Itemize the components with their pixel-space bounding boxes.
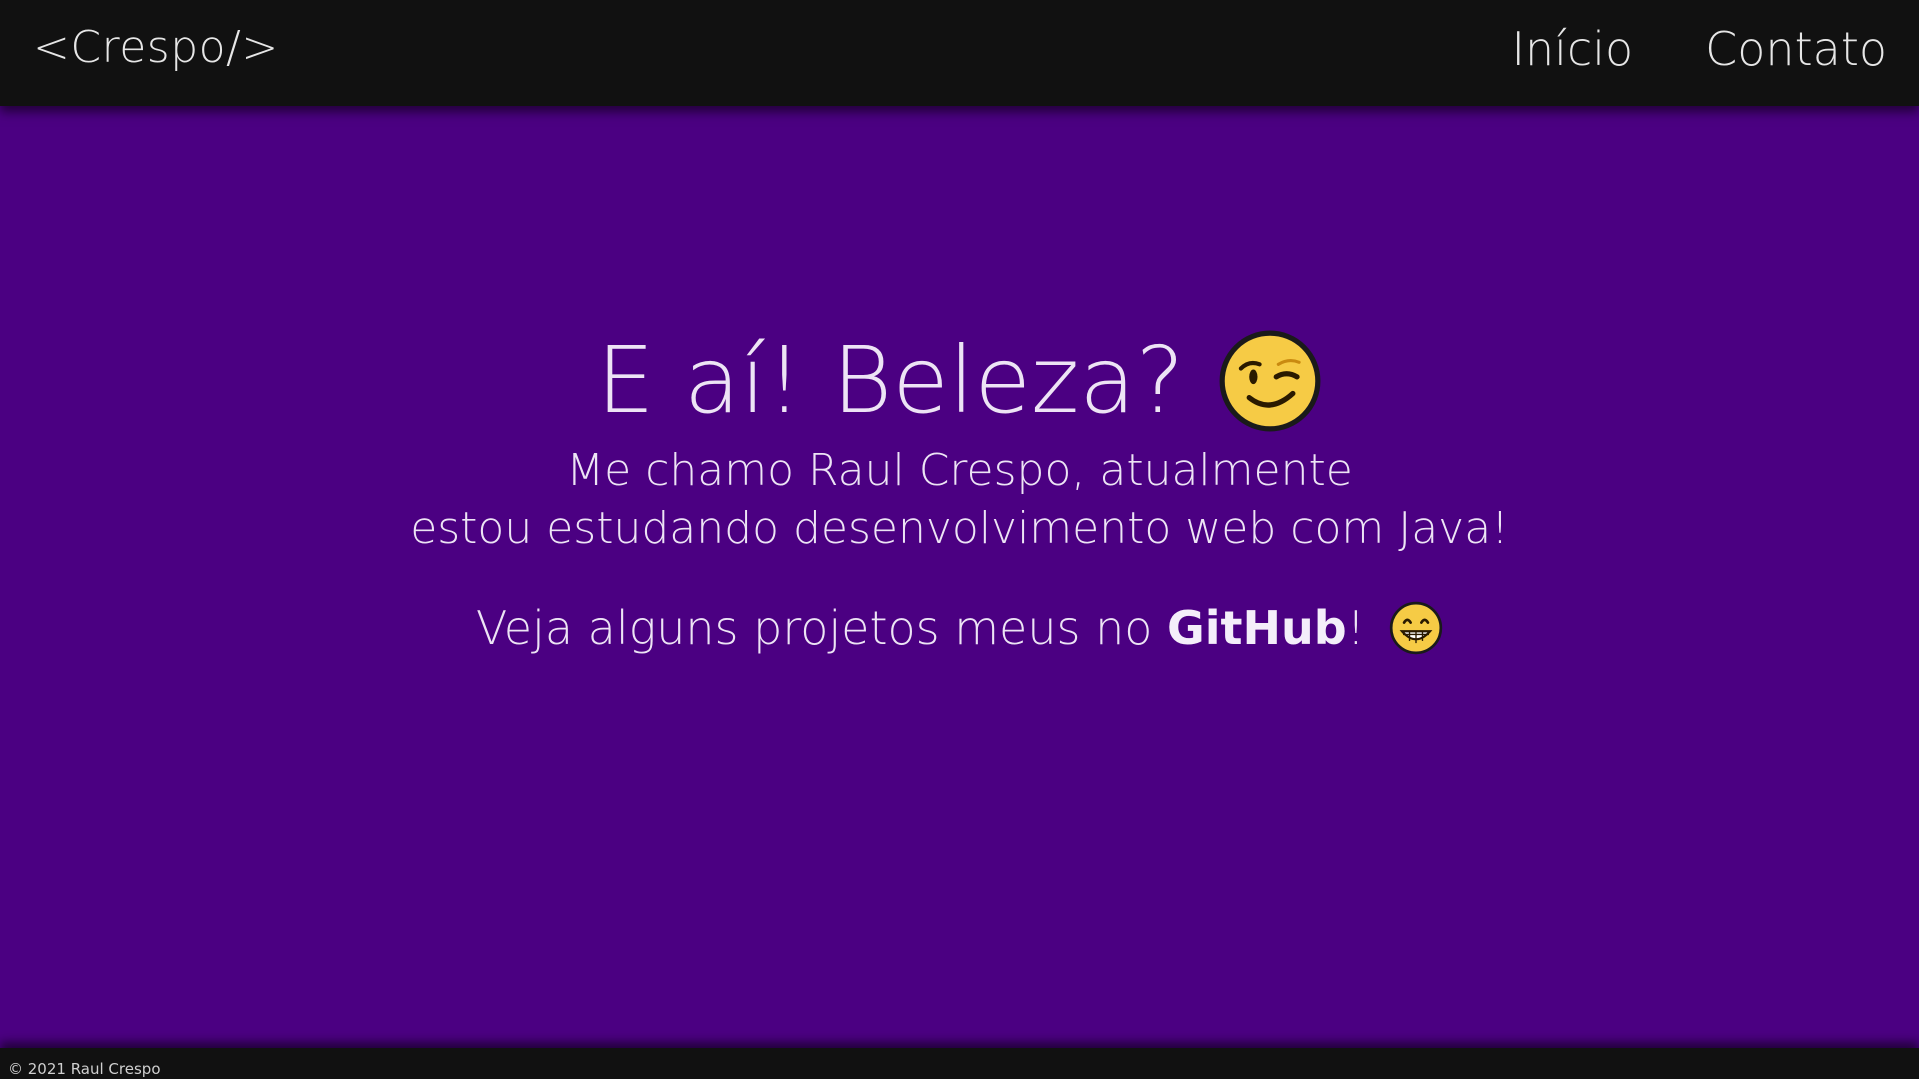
nav-link-inicio[interactable]: Início bbox=[1511, 22, 1633, 76]
github-prefix: Veja alguns projetos meus no bbox=[475, 601, 1167, 655]
site-logo[interactable]: <Crespo/> bbox=[33, 22, 279, 73]
intro-line-2: estou estudando desenvolvimento web com … bbox=[410, 503, 1509, 554]
page-footer: © 2021 Raul Crespo bbox=[0, 1048, 1919, 1079]
grinning-face-icon bbox=[1389, 601, 1443, 655]
headline-text: E aí! Beleza? bbox=[596, 327, 1185, 434]
nav-link-contato[interactable]: Contato bbox=[1705, 22, 1887, 76]
intro-line-1: Me chamo Raul Crespo, atualmente bbox=[566, 445, 1353, 496]
winking-face-icon bbox=[1220, 330, 1321, 432]
intro-text: Me chamo Raul Crespo, atualmente estou e… bbox=[0, 442, 1919, 558]
hero-section: E aí! Beleza? Me chamo Raul Crespo, atua… bbox=[0, 106, 1919, 1048]
main-nav: Início Contato bbox=[1511, 22, 1887, 76]
headline: E aí! Beleza? bbox=[0, 326, 1919, 436]
github-invite: Veja alguns projetos meus no GitHub ! bbox=[0, 598, 1919, 658]
github-link[interactable]: GitHub bbox=[1167, 601, 1347, 655]
page: <Crespo/> Início Contato E aí! Beleza? M… bbox=[0, 0, 1919, 1079]
copyright-text: © 2021 Raul Crespo bbox=[8, 1060, 161, 1078]
github-suffix: ! bbox=[1346, 601, 1366, 655]
top-navbar: <Crespo/> Início Contato bbox=[0, 0, 1919, 106]
